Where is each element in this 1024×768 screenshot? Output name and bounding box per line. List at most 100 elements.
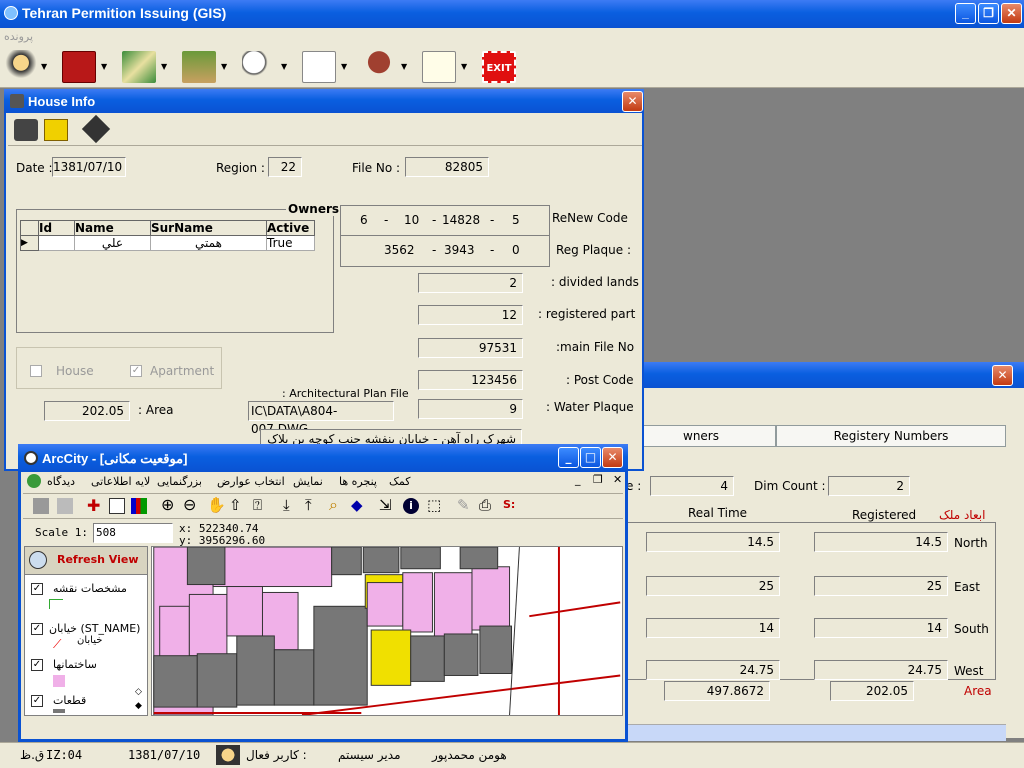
full-extent-icon[interactable]: ⇧ — [229, 496, 242, 514]
map-canvas[interactable] — [151, 546, 623, 716]
file-no-field[interactable]: 82805 — [405, 157, 489, 177]
house-info-title: House Info — [28, 94, 96, 109]
dim-real-3[interactable]: 24.75 — [646, 660, 780, 680]
move-up-icon[interactable]: ◇ — [135, 687, 142, 697]
select-icon[interactable]: ⬚ — [427, 496, 441, 514]
zoom-in-icon[interactable]: ⊕ — [161, 495, 174, 514]
notes-icon[interactable] — [422, 51, 456, 83]
close-button[interactable]: ✕ — [1001, 3, 1022, 24]
dim-real-1[interactable]: 25 — [646, 576, 780, 596]
parcel-symbol — [53, 709, 65, 713]
dim-count-field[interactable]: 2 — [828, 476, 910, 496]
minimize-button[interactable]: _ — [955, 3, 976, 24]
apartment-checkbox[interactable]: ✓ — [130, 365, 142, 377]
menu-file[interactable]: پرونده — [4, 30, 33, 43]
chart-icon[interactable] — [131, 498, 147, 514]
child-close[interactable]: ✕ — [613, 473, 622, 486]
owners-table: Id Name SurName Active ▶ علي همتي True — [20, 220, 315, 251]
dimensions-close-button[interactable]: ✕ — [992, 365, 1013, 386]
house-info-close-button[interactable]: ✕ — [622, 91, 643, 112]
area-registered-field[interactable]: 202.05 — [830, 681, 914, 701]
document-icon[interactable] — [302, 51, 336, 83]
water-plaque-field[interactable]: 9 — [418, 399, 523, 419]
house-icon — [10, 94, 24, 108]
child-restore[interactable]: ❐ — [593, 473, 603, 486]
building-symbol — [53, 675, 65, 687]
dim-registered-0[interactable]: 14.5 — [814, 532, 948, 552]
post-code-field[interactable]: 123456 — [418, 370, 523, 390]
ok-stamp-icon[interactable] — [362, 51, 396, 83]
dim-real-0[interactable]: 14.5 — [646, 532, 780, 552]
user-add-icon[interactable] — [14, 119, 38, 141]
user-icon[interactable] — [4, 50, 38, 82]
area-real-field[interactable]: 497.8672 — [664, 681, 770, 701]
layer-checkbox-2[interactable]: ✓ — [31, 659, 43, 671]
e-field[interactable]: 4 — [650, 476, 734, 496]
refresh-icon — [29, 551, 47, 569]
pointer-tool-icon[interactable] — [81, 114, 111, 144]
scale-input[interactable]: 508 — [93, 523, 173, 543]
main-file-no-field[interactable]: 97531 — [418, 338, 523, 358]
dim-real-2[interactable]: 14 — [646, 618, 780, 638]
exit-icon[interactable]: EXIT — [482, 51, 516, 83]
menu-windows[interactable]: پنجره ها — [339, 475, 377, 488]
registered-part-field[interactable]: 12 — [418, 305, 523, 325]
cross-tool-icon[interactable] — [44, 119, 68, 141]
map-icon[interactable] — [122, 51, 156, 83]
arccity-maximize-button[interactable]: □ — [580, 447, 601, 468]
owners-title: Owners — [286, 202, 342, 216]
table-icon[interactable] — [109, 498, 125, 514]
navigate-icon[interactable]: ◆ — [351, 496, 363, 514]
search-map-icon[interactable] — [242, 51, 276, 83]
import-icon[interactable]: ⤓ — [283, 496, 290, 514]
divided-lands-field[interactable]: 2 — [418, 273, 523, 293]
scale-icon[interactable]: ⇲ — [379, 496, 392, 514]
refresh-view-button[interactable]: Refresh View — [25, 547, 147, 575]
tab-registery-numbers[interactable]: Registery Numbers — [776, 425, 1006, 447]
architectural-plan-field[interactable]: IC\DATA\A804-007.DWG — [248, 401, 394, 436]
scrollbar-horizontal[interactable] — [626, 724, 1006, 741]
help-icon[interactable]: ⍰ — [253, 496, 262, 514]
menu-view[interactable]: دیدگاه — [47, 475, 75, 488]
menu-zoom[interactable]: بزرگنمایی — [157, 475, 202, 488]
move-down-icon[interactable]: ◆ — [135, 701, 142, 711]
dim-registered-3[interactable]: 24.75 — [814, 660, 948, 680]
layer-checkbox-1[interactable]: ✓ — [31, 623, 43, 635]
status-time: IZ:04 — [46, 748, 83, 762]
add-icon[interactable]: ✚ — [87, 496, 100, 515]
dims-title-fa: ابعاد ملک — [939, 508, 986, 522]
dim-registered-2[interactable]: 14 — [814, 618, 948, 638]
info-icon[interactable]: i — [403, 498, 419, 514]
area-field[interactable]: 202.05 — [44, 401, 130, 421]
layer-checkbox-0[interactable]: ✓ — [31, 583, 43, 595]
region-field[interactable]: 22 — [268, 157, 302, 177]
globe-icon — [4, 6, 18, 20]
arccity-minimize-button[interactable]: _ — [558, 447, 579, 468]
arccity-close-button[interactable]: ✕ — [602, 447, 623, 468]
pan-icon[interactable]: ✋ — [207, 496, 226, 514]
pencil-icon[interactable]: ✎ — [457, 496, 470, 514]
menu-help[interactable]: کمک — [389, 475, 410, 488]
search-icon[interactable]: ⌕ — [329, 495, 338, 515]
grid-icon[interactable] — [57, 498, 73, 514]
dim-registered-1[interactable]: 25 — [814, 576, 948, 596]
menu-display[interactable]: نمایش — [293, 475, 323, 488]
menu-layers[interactable]: لایه اطلاعاتی — [91, 475, 150, 488]
zoom-out-icon[interactable]: ⊖ — [183, 495, 196, 514]
export-icon[interactable]: ⤒ — [305, 496, 312, 514]
table-row[interactable]: ▶ علي همتي True — [20, 235, 315, 251]
date-field[interactable]: 1381/07/10 — [52, 157, 126, 177]
book-icon[interactable] — [62, 51, 96, 83]
status-sysadmin: مدیر سیستم — [338, 748, 401, 762]
house-checkbox[interactable] — [30, 365, 42, 377]
menu-select[interactable]: انتخاب عوارض — [217, 475, 285, 488]
symbol-icon[interactable]: S: — [503, 498, 515, 511]
building-icon[interactable] — [182, 51, 216, 83]
maximize-button[interactable]: ❐ — [978, 3, 999, 24]
layer-icon[interactable] — [33, 498, 49, 514]
print-icon[interactable]: ⎙ — [479, 496, 491, 514]
tab-owners[interactable]: wners — [626, 425, 776, 447]
child-minimize[interactable]: _ — [575, 473, 581, 486]
layer-checkbox-3[interactable]: ✓ — [31, 695, 43, 707]
status-role: کاربر فعال : — [246, 748, 307, 762]
